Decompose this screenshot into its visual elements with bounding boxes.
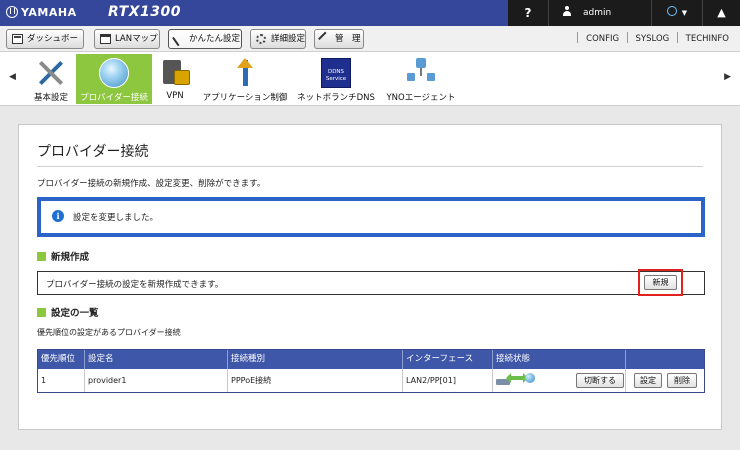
app-control-icon <box>230 58 260 88</box>
tab-dashboard[interactable]: ダッシュボード <box>6 29 84 62</box>
cell-interface: LAN2/PP[01] <box>403 369 493 392</box>
wrench-icon <box>318 31 333 47</box>
menu-next-arrow-icon[interactable]: ▶ <box>724 72 731 82</box>
column-header-interface: インターフェース <box>403 350 493 369</box>
column-header-status: 接続状態 <box>493 350 626 369</box>
column-header-actions <box>626 350 704 369</box>
tab-label: かんたん設定 <box>189 34 241 44</box>
chevron-down-icon: ▼ <box>681 9 688 17</box>
internet-icon <box>525 373 535 383</box>
tab-label: 管 理 <box>335 34 361 44</box>
cell-type: PPPoE接続 <box>228 369 403 392</box>
link-arrow-icon <box>506 373 528 383</box>
tab-advanced-settings[interactable]: 詳細設定 <box>250 29 306 49</box>
column-header-type: 接続種別 <box>228 350 403 369</box>
tab-lan-map[interactable]: LANマップ <box>94 29 160 49</box>
column-header-priority: 優先順位 <box>38 350 85 369</box>
delete-button[interactable]: 削除 <box>667 373 697 388</box>
section-title: 設定の一覧 <box>51 308 99 319</box>
menu-item-label: プロバイダー接続 <box>80 93 148 103</box>
menu-item-provider-connection[interactable]: プロバイダー接続 <box>76 54 152 104</box>
menu-item-label: YNOエージェント <box>386 93 456 103</box>
tab-label: 詳細設定 <box>271 34 306 44</box>
disconnect-button[interactable]: 切断する <box>576 373 624 388</box>
syslog-link[interactable]: SYSLOG <box>631 34 675 44</box>
divider <box>577 32 579 43</box>
network-icon <box>406 58 436 88</box>
info-icon: i <box>52 210 64 222</box>
ddns-badge-line: Service <box>325 76 347 82</box>
cell-priority: 1 <box>38 369 85 392</box>
user-icon <box>563 6 571 16</box>
list-section-heading: 設定の一覧 <box>37 305 99 319</box>
connection-status-icon <box>496 373 535 387</box>
lock-icon <box>160 58 190 88</box>
setting-button[interactable]: 設定 <box>634 373 662 388</box>
model-name: RTX1300 <box>108 4 181 20</box>
menu-prev-arrow-icon[interactable]: ◀ <box>9 72 16 82</box>
page-description: プロバイダー接続の新規作成、設定変更、削除ができます。 <box>37 179 266 189</box>
new-button[interactable]: 新規 <box>644 275 677 290</box>
yamaha-logo: YAMAHA <box>6 6 77 19</box>
provider-table: 優先順位 設定名 接続種別 インターフェース 接続状態 1 provider1 … <box>37 349 705 393</box>
divider <box>626 32 628 43</box>
cell-name: provider1 <box>85 369 228 392</box>
success-notice: i 設定を変更しました。 <box>37 197 705 237</box>
menu-item-yno-agent[interactable]: YNOエージェント <box>384 54 458 104</box>
menu-item-label: VPN <box>166 91 184 101</box>
notice-message: 設定を変更しました。 <box>73 213 159 223</box>
tab-easy-setup[interactable]: かんたん設定 <box>168 29 242 49</box>
header-tools: ? admin ▼ ▲ <box>508 0 740 26</box>
tab-label: LANマップ <box>115 34 158 44</box>
section-title: 新規作成 <box>51 252 90 263</box>
section-marker <box>37 308 46 317</box>
function-menu: ◀ 基本設定 プロバイダー接続 VPN アプリケーション制御 DDNS Serv… <box>0 52 740 106</box>
new-section-heading: 新規作成 <box>37 249 89 263</box>
table-row: 1 provider1 PPPoE接続 LAN2/PP[01] 切断する 設定 … <box>38 369 704 392</box>
divider <box>676 32 678 43</box>
page-title: プロバイダー接続 <box>37 144 149 160</box>
table-header: 優先順位 設定名 接続種別 インターフェース 接続状態 <box>38 350 704 369</box>
new-section-box: プロバイダー接続の設定を新規作成できます。 <box>37 271 705 295</box>
tuning-fork-icon <box>6 6 18 18</box>
ddns-badge-line: DDNS <box>327 69 345 75</box>
content-panel: プロバイダー接続 プロバイダー接続の新規作成、設定変更、削除ができます。 i 設… <box>18 124 722 430</box>
top-links: CONFIG SYSLOG TECHINFO <box>577 26 734 52</box>
brand-name: YAMAHA <box>21 6 77 19</box>
tools-icon <box>36 58 66 88</box>
easy-setup-icon <box>172 31 187 47</box>
dashboard-icon <box>12 34 23 44</box>
lan-map-icon <box>100 34 111 44</box>
new-section-text: プロバイダー接続の設定を新規作成できます。 <box>46 280 224 290</box>
list-description: 優先順位の設定があるプロバイダー接続 <box>37 328 181 337</box>
menu-item-label: アプリケーション制御 <box>202 93 288 103</box>
menu-item-netvolante-dns[interactable]: DDNS Service ネットボランチDNS <box>296 54 376 104</box>
config-link[interactable]: CONFIG <box>581 34 624 44</box>
gear-icon <box>256 34 266 44</box>
menu-item-basic-settings[interactable]: 基本設定 <box>26 54 76 104</box>
top-header: YAMAHA RTX1300 ? admin ▼ ▲ <box>0 0 740 26</box>
status-menu[interactable]: ▼ <box>652 0 702 26</box>
main-tab-bar: ダッシュボード LANマップ かんたん設定 詳細設定 管 理 CONFIG SY… <box>0 26 740 62</box>
tab-management[interactable]: 管 理 <box>314 29 364 49</box>
notification-button[interactable]: ▲ <box>703 0 740 26</box>
section-marker <box>37 252 46 261</box>
title-divider <box>37 166 703 167</box>
status-ring-icon <box>666 6 677 16</box>
globe-icon <box>99 58 129 88</box>
techinfo-link[interactable]: TECHINFO <box>681 34 734 44</box>
menu-item-vpn[interactable]: VPN <box>156 54 194 104</box>
user-menu[interactable]: admin <box>549 0 651 26</box>
user-name: admin <box>583 8 612 18</box>
column-header-name: 設定名 <box>85 350 228 369</box>
menu-item-label: 基本設定 <box>33 93 68 103</box>
menu-item-label: ネットボランチDNS <box>297 93 375 103</box>
bell-icon: ▲ <box>717 6 726 19</box>
menu-item-application-control[interactable]: アプリケーション制御 <box>202 54 288 104</box>
help-button[interactable]: ? <box>508 0 548 26</box>
ddns-icon: DDNS Service <box>321 58 351 88</box>
